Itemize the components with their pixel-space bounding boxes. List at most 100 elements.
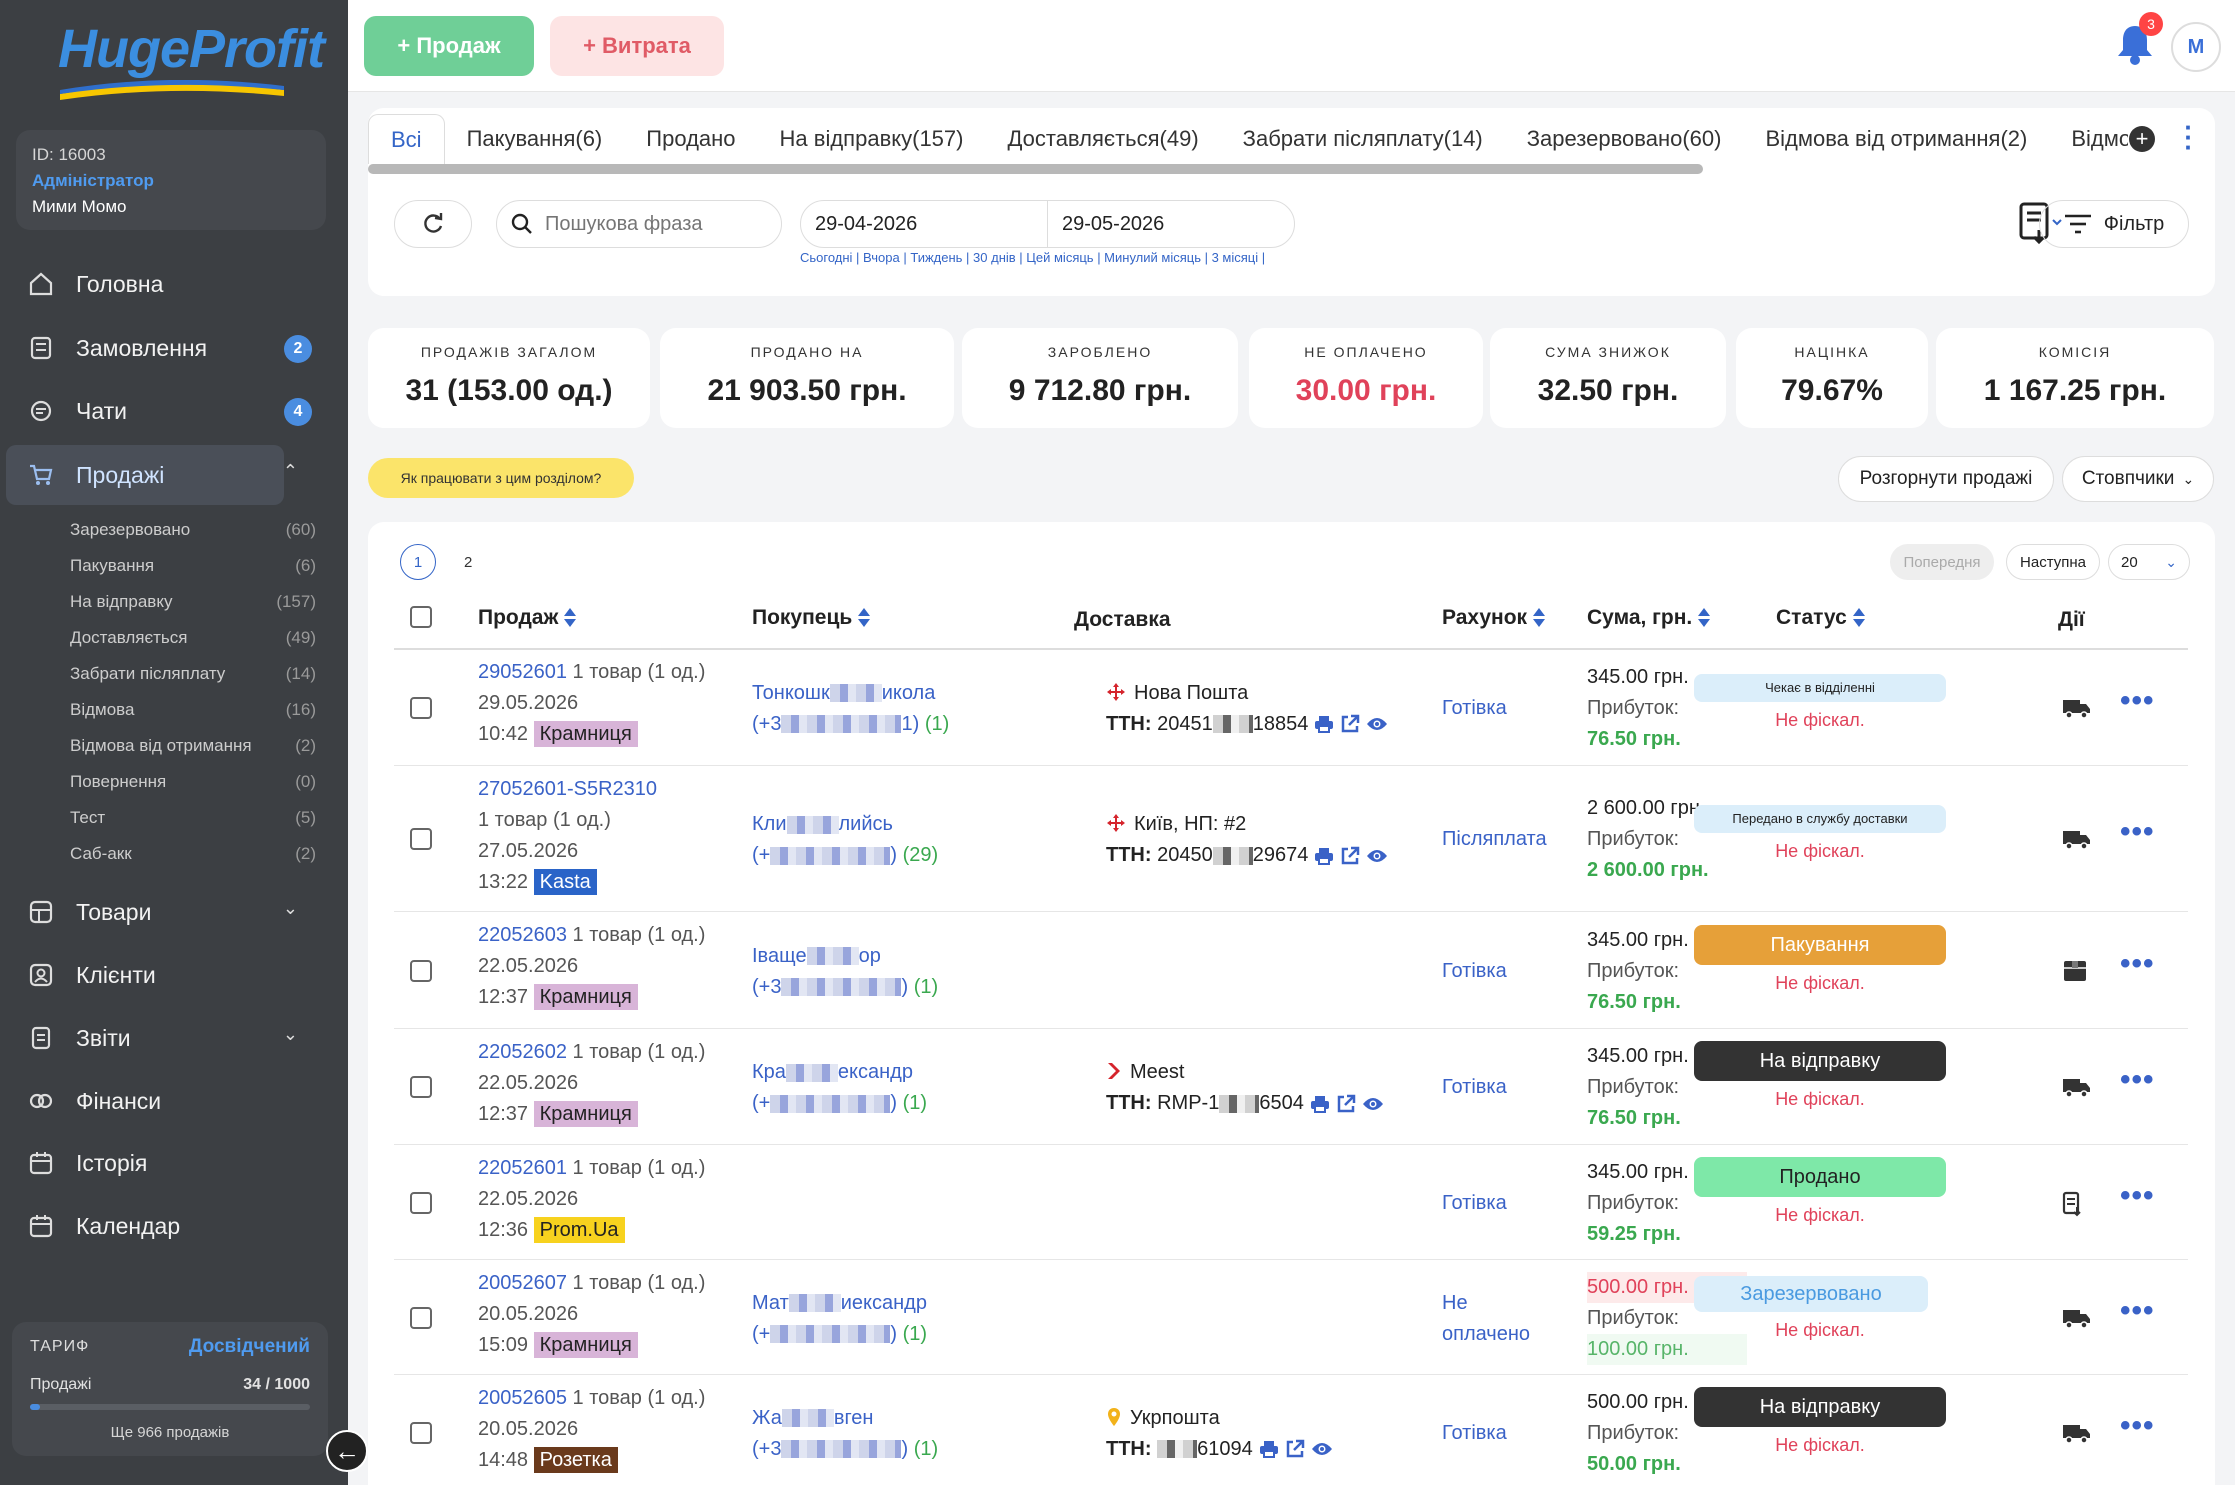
- tab-2[interactable]: Пакування(6): [445, 114, 625, 164]
- sale-id-link[interactable]: 29052601: [478, 661, 567, 683]
- chevron-down-icon[interactable]: ⌄: [283, 898, 298, 919]
- filter-button[interactable]: Фільтр: [2039, 200, 2189, 248]
- sidebar-subitem[interactable]: Забрати післяплату (14): [70, 656, 316, 692]
- more-horizontal-icon[interactable]: •••: [2120, 1294, 2155, 1328]
- next-page-button[interactable]: Наступна: [2006, 544, 2100, 580]
- status-badge[interactable]: Чекає в відділенні: [1694, 673, 1946, 702]
- account-cell[interactable]: Не оплачено: [1442, 1288, 1530, 1350]
- print-icon[interactable]: [1310, 1095, 1330, 1113]
- row-checkbox[interactable]: [410, 1421, 432, 1444]
- phone-start[interactable]: (+: [752, 1092, 770, 1114]
- more-horizontal-icon[interactable]: •••: [2120, 1179, 2155, 1213]
- add-tab-plus-icon[interactable]: +: [2129, 126, 2155, 152]
- row-action[interactable]: [2062, 696, 2092, 722]
- sidebar-item-4[interactable]: Продажі ⌃: [6, 445, 298, 505]
- sidebar-subitem[interactable]: Повернення (0): [70, 764, 316, 800]
- phone-start[interactable]: (+3: [752, 1438, 781, 1460]
- expand-sales-button[interactable]: Розгорнути продажі: [1838, 456, 2054, 502]
- tab-5[interactable]: Доставляється(49): [985, 114, 1220, 164]
- phone-end[interactable]: 1): [901, 713, 919, 735]
- buyer-name-link[interactable]: Кли лийсь: [752, 809, 992, 840]
- external-link-icon[interactable]: [1340, 714, 1360, 734]
- date-to-input[interactable]: 29-05-2026: [1047, 200, 1295, 248]
- row-action[interactable]: [2062, 1191, 2092, 1217]
- header-sum[interactable]: Сума, грн.: [1587, 606, 1711, 630]
- app-logo[interactable]: HugeProfit: [58, 18, 325, 80]
- quick-date-ranges[interactable]: Сьогодні | Вчора | Тиждень | 30 днів | Ц…: [800, 250, 1265, 265]
- header-buyer[interactable]: Покупець: [752, 606, 871, 630]
- tab-9[interactable]: Відмо: [2049, 114, 2128, 164]
- buyer-name-link[interactable]: Тонкошк икола: [752, 678, 992, 709]
- account-cell[interactable]: Готівка: [1442, 1418, 1507, 1449]
- phone-end[interactable]: ): [901, 1438, 908, 1460]
- table-row[interactable]: 29052601 1 товар (1 од.) 29.05.2026 10:42 …: [394, 649, 2188, 766]
- new-sale-button[interactable]: + Продаж: [364, 16, 534, 76]
- row-action[interactable]: [2062, 1306, 2092, 1332]
- row-action[interactable]: [2062, 1421, 2092, 1447]
- sidebar-subitem[interactable]: Зарезервовано (60): [70, 512, 316, 548]
- external-link-icon[interactable]: [1336, 1094, 1356, 1114]
- sidebar-item-10[interactable]: Календар: [6, 1196, 284, 1256]
- phone-start[interactable]: (+3: [752, 713, 781, 735]
- truck-icon[interactable]: [2062, 827, 2092, 851]
- table-row[interactable]: 27052601-S5R2310 1 товар (1 од.) 27.05.202…: [394, 766, 2188, 912]
- user-info[interactable]: ID: 16003 Адміністратор Мими Момо: [16, 130, 326, 230]
- truck-icon[interactable]: [2062, 1075, 2092, 1099]
- phone-end[interactable]: ): [890, 844, 897, 866]
- external-link-icon[interactable]: [1340, 846, 1360, 866]
- more-horizontal-icon[interactable]: •••: [2120, 1063, 2155, 1097]
- row-action[interactable]: [2062, 959, 2092, 985]
- row-checkbox[interactable]: [410, 828, 432, 850]
- status-badge[interactable]: На відправку: [1694, 1386, 1946, 1427]
- table-row[interactable]: 22052603 1 товар (1 од.) 22.05.2026 12:37 …: [394, 912, 2188, 1029]
- sidebar-subitem[interactable]: Відмова від отримання (2): [70, 728, 316, 764]
- tariff-panel[interactable]: ТАРИФ Досвідчений Продажі 34 / 1000 Ще 9…: [12, 1322, 328, 1456]
- external-link-icon[interactable]: [1285, 1439, 1305, 1459]
- sidebar-subitem[interactable]: Пакування (6): [70, 548, 316, 584]
- tabs-scrollbar[interactable]: [368, 164, 1703, 174]
- avatar[interactable]: M: [2171, 22, 2221, 72]
- buyer-name-link[interactable]: Кра ександр: [752, 1057, 992, 1088]
- help-button[interactable]: Як працювати з цим розділом?: [368, 458, 634, 498]
- sale-id-link[interactable]: 20052605: [478, 1387, 567, 1409]
- sale-id-link[interactable]: 20052607: [478, 1272, 567, 1294]
- sale-id-link[interactable]: 22052602: [478, 1041, 567, 1063]
- print-icon[interactable]: [1314, 715, 1334, 734]
- eye-icon[interactable]: [1362, 1096, 1384, 1112]
- sale-id-link[interactable]: 22052601: [478, 1157, 567, 1179]
- more-horizontal-icon[interactable]: •••: [2120, 815, 2155, 849]
- sidebar-item-8[interactable]: Фінанси: [6, 1071, 284, 1131]
- page-1-button[interactable]: 1: [400, 544, 436, 580]
- tab-1[interactable]: Всі: [368, 114, 445, 164]
- more-vertical-icon[interactable]: · · ·: [2184, 114, 2193, 160]
- sidebar-item-2[interactable]: Замовлення 2: [6, 318, 312, 378]
- status-badge[interactable]: На відправку: [1694, 1041, 1946, 1081]
- row-checkbox[interactable]: [410, 1076, 432, 1098]
- sidebar-subitem[interactable]: Тест (5): [70, 800, 316, 836]
- more-horizontal-icon[interactable]: •••: [2120, 947, 2155, 981]
- new-expense-button[interactable]: + Витрата: [550, 16, 724, 76]
- per-page-select[interactable]: 20 ⌄: [2108, 544, 2190, 580]
- chevron-down-icon[interactable]: ⌄: [283, 1024, 298, 1045]
- account-cell[interactable]: Готівка: [1442, 1188, 1507, 1219]
- receipt-icon[interactable]: [2062, 1191, 2084, 1217]
- chevron-up-icon[interactable]: ⌃: [283, 461, 298, 482]
- row-action[interactable]: [2062, 1075, 2092, 1101]
- tab-4[interactable]: На відправку(157): [758, 114, 986, 164]
- sidebar-item-5[interactable]: Товари ⌄: [6, 882, 298, 942]
- print-icon[interactable]: [1314, 847, 1334, 865]
- account-cell[interactable]: Готівка: [1442, 693, 1507, 724]
- row-action[interactable]: [2062, 827, 2092, 853]
- account-cell[interactable]: Післяплата: [1442, 824, 1547, 855]
- row-checkbox[interactable]: [410, 1306, 432, 1329]
- header-status[interactable]: Статус: [1776, 606, 1865, 630]
- truck-icon[interactable]: [2062, 1306, 2092, 1330]
- status-badge[interactable]: Продано: [1694, 1156, 1946, 1197]
- sale-id-link[interactable]: 22052603: [478, 924, 567, 946]
- prev-page-button[interactable]: Попередня: [1890, 544, 1994, 580]
- refresh-button[interactable]: [394, 200, 472, 248]
- buyer-name-link[interactable]: Іващe ор: [752, 941, 992, 972]
- phone-start[interactable]: (+: [752, 1323, 770, 1345]
- phone-end[interactable]: ): [890, 1092, 897, 1114]
- table-row[interactable]: 22052601 1 товар (1 од.) 22.05.2026 12:36 …: [394, 1145, 2188, 1260]
